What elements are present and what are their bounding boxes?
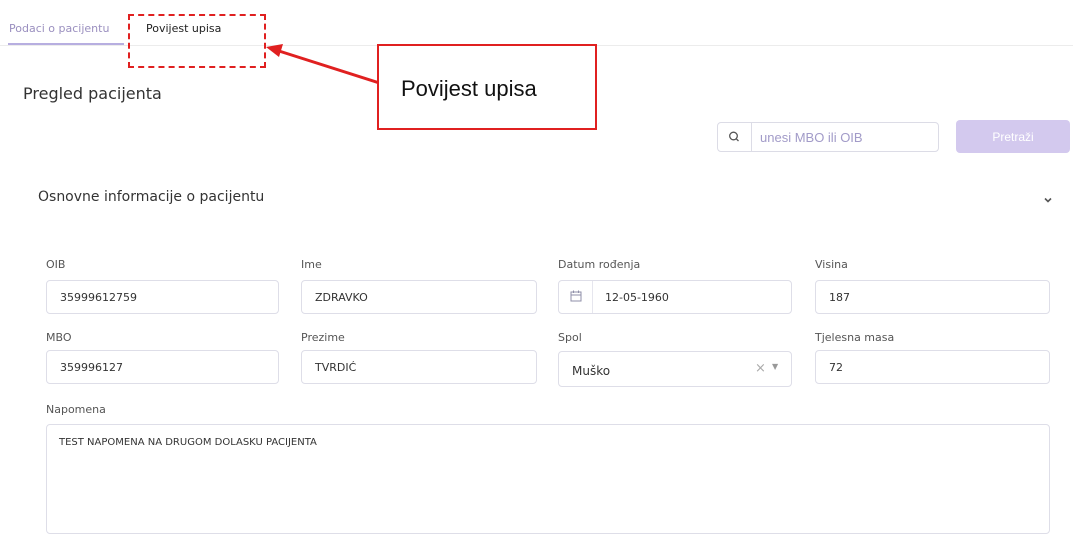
caret-down-icon[interactable]: ▼ [772,362,778,371]
search-box [717,122,939,152]
spol-label: Spol [558,331,582,344]
annotation-callout: Povijest upisa [377,44,597,130]
napomena-textarea[interactable]: TEST NAPOMENA NA DRUGOM DOLASKU PACIJENT… [46,424,1050,534]
datum-value: 12-05-1960 [605,291,669,304]
datum-field[interactable]: 12-05-1960 [558,280,792,314]
prezime-label: Prezime [301,331,345,344]
masa-label: Tjelesna masa [815,331,895,344]
annotation-callout-text: Povijest upisa [401,76,537,101]
section-title: Osnovne informacije o pacijentu [38,189,265,205]
ime-field[interactable]: ZDRAVKO [301,280,537,314]
prezime-value: TVRDIĆ [315,361,357,374]
napomena-value: TEST NAPOMENA NA DRUGOM DOLASKU PACIJENT… [59,437,317,448]
prezime-field[interactable]: TVRDIĆ [301,350,537,384]
tab-patient-data[interactable]: Podaci o pacijentu [9,22,109,35]
visina-value: 187 [829,291,850,304]
mbo-value: 359996127 [60,361,123,374]
clear-icon[interactable]: × [755,361,766,376]
chevron-down-icon[interactable] [1041,192,1055,206]
masa-value: 72 [829,361,843,374]
datum-label: Datum rođenja [558,258,641,271]
mbo-field[interactable]: 359996127 [46,350,279,384]
active-tab-underline [8,43,124,45]
masa-field[interactable]: 72 [815,350,1050,384]
annotation-highlight-box [128,14,266,68]
oib-field[interactable]: 35999612759 [46,280,279,314]
calendar-icon[interactable] [559,281,593,313]
search-input[interactable] [760,123,930,151]
search-button[interactable]: Pretraži [956,120,1070,153]
napomena-label: Napomena [46,403,106,416]
ime-value: ZDRAVKO [315,291,368,304]
oib-value: 35999612759 [60,291,137,304]
visina-field[interactable]: 187 [815,280,1050,314]
mbo-label: MBO [46,331,72,344]
spol-value: Muško [572,364,611,378]
page-title: Pregled pacijenta [23,83,162,103]
oib-label: OIB [46,258,66,271]
visina-label: Visina [815,258,848,271]
spol-select[interactable]: Muško × ▼ [558,351,792,387]
search-icon[interactable] [718,123,752,151]
ime-label: Ime [301,258,322,271]
